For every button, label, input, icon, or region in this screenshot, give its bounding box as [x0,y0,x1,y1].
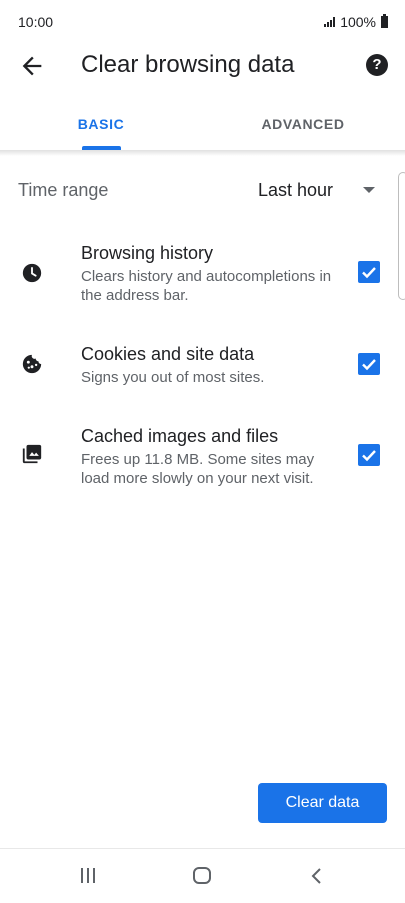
tab-basic[interactable]: BASIC [0,116,202,132]
battery-icon [381,14,388,28]
cached-images-checkbox[interactable] [358,444,380,466]
system-nav-bar [0,848,405,903]
help-icon[interactable]: ? [366,54,388,76]
images-icon [22,444,42,464]
cookies-checkbox[interactable] [358,353,380,375]
option-cookies[interactable]: Cookies and site data Signs you out of m… [0,343,405,393]
battery-percent: 100% [340,14,376,30]
status-time: 10:00 [18,14,54,30]
option-cached-images[interactable]: Cached images and files Frees up 11.8 MB… [0,425,405,495]
back-arrow-icon[interactable] [18,52,46,80]
cookie-icon [22,354,42,374]
app-bar: Clear browsing data ? [0,44,405,88]
page-title: Clear browsing data [81,51,295,78]
tab-bar: BASIC ADVANCED [0,100,405,150]
status-indicators: 100% [324,14,388,30]
clear-data-button[interactable]: Clear data [258,783,387,823]
option-description: Clears history and autocompletions in th… [81,268,332,304]
clock-icon [22,263,42,283]
nav-back-icon[interactable] [307,866,327,886]
status-bar: 10:00 100% [0,0,405,44]
option-description: Frees up 11.8 MB. Some sites may load mo… [81,451,315,487]
time-range-label: Time range [18,180,109,200]
signal-icon [324,17,336,27]
home-icon[interactable] [193,867,211,884]
time-range-value[interactable]: Last hour [258,180,333,201]
browsing-history-checkbox[interactable] [358,261,380,283]
tab-divider [0,150,405,156]
option-title: Cached images and files [81,426,279,446]
time-range-selector[interactable]: Time range Last hour [0,170,405,210]
dropdown-arrow-icon[interactable] [363,187,375,193]
option-browsing-history[interactable]: Browsing history Clears history and auto… [0,242,405,312]
option-title: Cookies and site data [81,344,255,364]
recent-apps-icon[interactable] [81,868,95,883]
option-description: Signs you out of most sites. [81,369,265,386]
option-title: Browsing history [81,243,214,263]
tab-advanced[interactable]: ADVANCED [202,116,404,132]
